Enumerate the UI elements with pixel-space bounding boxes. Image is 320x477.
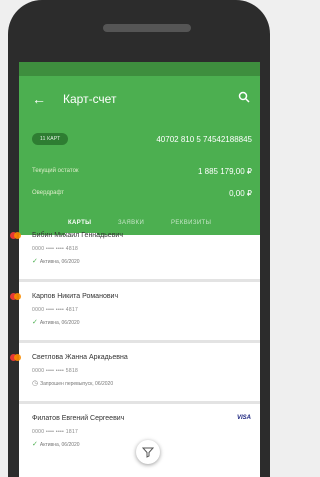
- visa-icon: VISA: [236, 415, 251, 421]
- status-bar: [19, 62, 260, 76]
- mastercard-icon: [10, 293, 22, 301]
- card-status: ✓ Активна, 06/2020: [32, 257, 80, 265]
- cardholder-name: Бибин Михаил Геннадьевич: [32, 232, 123, 239]
- account-row: 11 КАРТ 40702 810 5 74542188845: [19, 133, 260, 147]
- check-icon: ✓: [32, 258, 38, 265]
- cards-count-badge: 11 КАРТ: [32, 133, 69, 145]
- card-list-item[interactable]: Светлова Жанна Аркадьевна 0000 •••• ••••…: [10, 343, 260, 404]
- account-number: 40702 810 5 74542188845: [156, 135, 252, 144]
- balance-label: Текущий остаток: [32, 168, 79, 174]
- filter-button[interactable]: [136, 440, 160, 464]
- card-number: 0000 •••• •••• 4817: [32, 307, 79, 313]
- clock-icon: ◷: [32, 380, 39, 387]
- cardholder-name: Светлова Жанна Аркадьевна: [32, 354, 128, 361]
- card-status-text: Активна, 06/2020: [39, 442, 80, 448]
- search-icon[interactable]: [238, 91, 250, 103]
- mastercard-icon: [10, 354, 22, 362]
- card-status: ◷ Запрошен перевыпуск, 06/2020: [32, 379, 113, 387]
- filter-icon: [142, 447, 154, 458]
- card-number: 0000 •••• •••• 4818: [32, 246, 79, 252]
- balance-row: Текущий остаток 1 885 179,00 ₽: [32, 167, 252, 179]
- phone-speaker: [103, 24, 191, 32]
- card-list-item[interactable]: Карпов Никита Романович 0000 •••• •••• 4…: [10, 282, 260, 343]
- app-bar: ← Карт-счет: [19, 90, 260, 110]
- page-title: Карт-счет: [63, 92, 117, 106]
- cardholder-name: Филатов Евгений Сергеевич: [32, 415, 125, 422]
- mastercard-icon: [10, 232, 22, 240]
- card-status-text: Активна, 06/2020: [39, 320, 80, 326]
- card-number: 0000 •••• •••• 1817: [32, 429, 79, 435]
- card-status-text: Активна, 06/2020: [39, 259, 80, 265]
- card-list: Бибин Михаил Геннадьевич 0000 •••• •••• …: [10, 221, 260, 462]
- balance-value: 1 885 179,00 ₽: [197, 167, 252, 176]
- cardholder-name: Карпов Никита Романович: [32, 293, 119, 300]
- card-status: ✓ Активна, 06/2020: [32, 440, 80, 448]
- card-status-text: Запрошен перевыпуск, 06/2020: [40, 381, 114, 387]
- check-icon: ✓: [32, 319, 38, 326]
- check-icon: ✓: [32, 441, 38, 448]
- card-list-item[interactable]: Бибин Михаил Геннадьевич 0000 •••• •••• …: [10, 221, 260, 282]
- overdraft-row: Овердрафт 0,00 ₽: [32, 189, 252, 201]
- card-status: ✓ Активна, 06/2020: [32, 318, 80, 326]
- card-number: 0000 •••• •••• 5818: [32, 368, 79, 374]
- overdraft-value: 0,00 ₽: [229, 189, 252, 198]
- overdraft-label: Овердрафт: [32, 190, 65, 196]
- account-header: ← Карт-счет 11 КАРТ 40702 810 5 74542188…: [19, 76, 260, 235]
- back-arrow-icon[interactable]: ←: [32, 91, 46, 107]
